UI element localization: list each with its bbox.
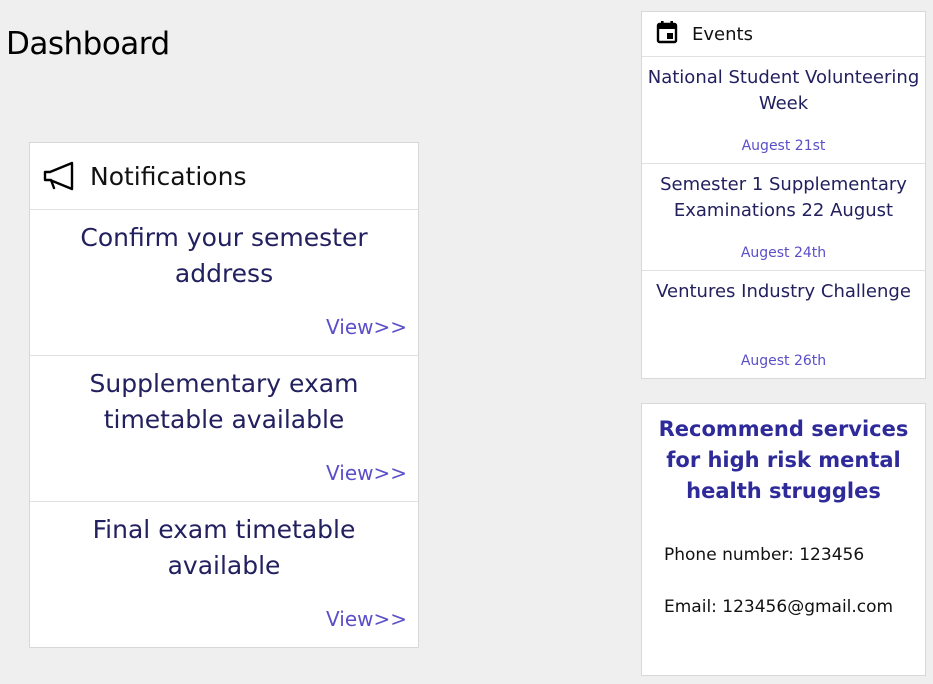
notification-text: Supplementary exam timetable available bbox=[89, 369, 359, 434]
event-item[interactable]: National Student Volunteering Week Auges… bbox=[642, 57, 925, 164]
email-address: Email: 123456@gmail.com bbox=[664, 597, 894, 617]
notification-item: Final exam timetable available View>> bbox=[30, 502, 418, 647]
events-panel: Events National Student Volunteering Wee… bbox=[641, 11, 926, 379]
notification-item: Supplementary exam timetable available V… bbox=[30, 356, 418, 502]
notification-item: Confirm your semester address View>> bbox=[30, 210, 418, 356]
event-date: Augest 24th bbox=[740, 245, 827, 261]
calendar-icon bbox=[656, 20, 678, 48]
notifications-title: Notifications bbox=[90, 161, 247, 191]
recommend-services-panel: Recommend services for high risk mental … bbox=[641, 403, 926, 676]
event-item[interactable]: Ventures Industry Challenge Augest 26th bbox=[642, 271, 925, 378]
events-header: Events bbox=[642, 12, 925, 57]
notifications-panel: Notifications Confirm your semester addr… bbox=[29, 142, 419, 648]
event-item[interactable]: Semester 1 Supplementary Examinations 22… bbox=[642, 164, 925, 271]
notifications-header: Notifications bbox=[30, 143, 418, 210]
event-date: Augest 26th bbox=[740, 353, 827, 369]
megaphone-icon bbox=[41, 158, 77, 194]
notification-text: Confirm your semester address bbox=[80, 223, 368, 288]
page-title: Dashboard bbox=[6, 26, 170, 62]
event-date: Augest 21st bbox=[741, 138, 826, 154]
event-title: Ventures Industry Challenge bbox=[656, 281, 911, 302]
phone-number: Phone number: 123456 bbox=[664, 545, 865, 565]
event-title: Semester 1 Supplementary Examinations 22… bbox=[660, 174, 907, 221]
view-link[interactable]: View>> bbox=[326, 461, 407, 485]
event-title: National Student Volunteering Week bbox=[647, 67, 920, 114]
recommend-title: Recommend services for high risk mental … bbox=[658, 417, 909, 503]
events-title: Events bbox=[692, 23, 753, 45]
view-link[interactable]: View>> bbox=[326, 607, 407, 631]
view-link[interactable]: View>> bbox=[326, 315, 407, 339]
notification-text: Final exam timetable available bbox=[92, 515, 356, 580]
